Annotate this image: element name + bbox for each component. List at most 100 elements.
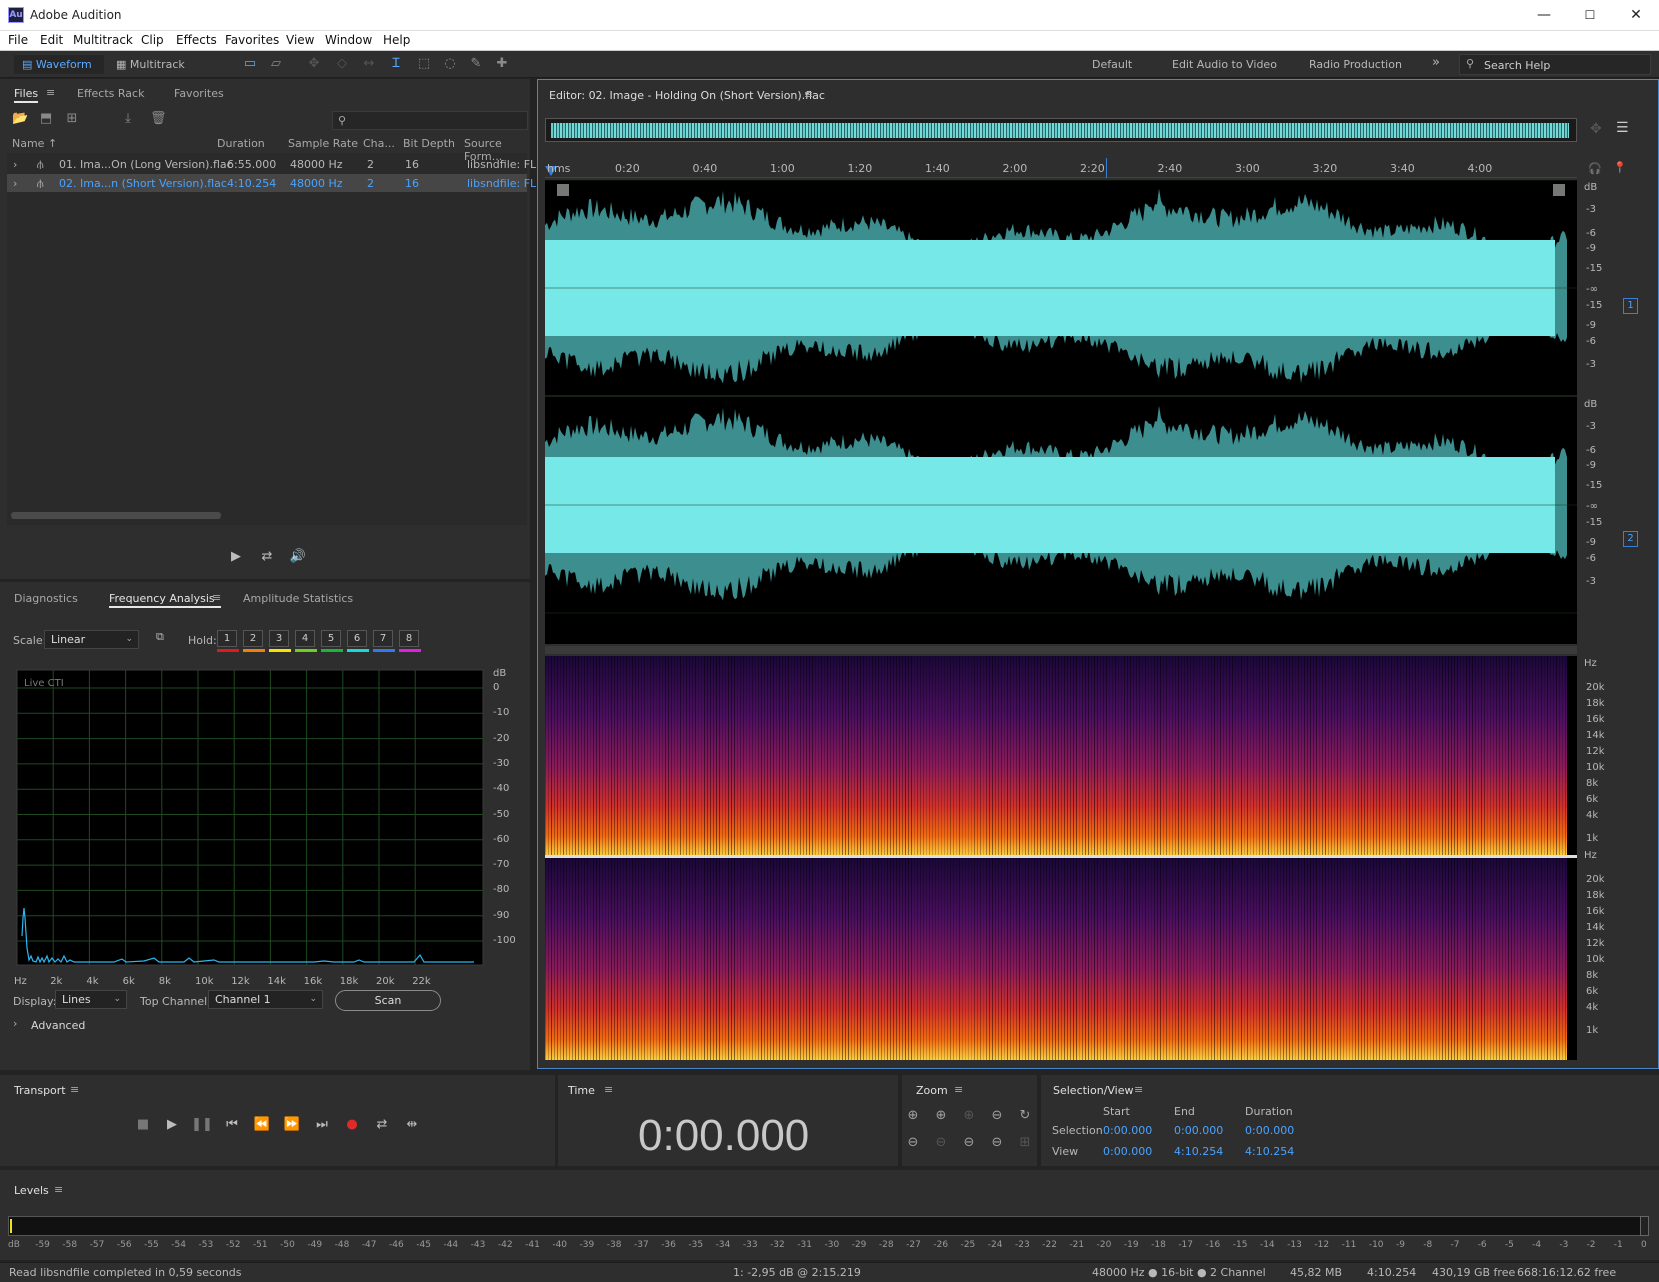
zoom-in-selection-icon[interactable]: ⊕	[958, 1105, 980, 1127]
spectral-display[interactable]	[545, 656, 1577, 1060]
more-workspaces-icon[interactable]: »	[1432, 55, 1440, 70]
zoom-reset-icon[interactable]: ↻	[1014, 1105, 1036, 1127]
col-bit-depth[interactable]: Bit Depth	[403, 137, 455, 150]
hold-button-3[interactable]: 3	[269, 630, 289, 647]
zoom-out-time-icon[interactable]: ⊖	[930, 1132, 952, 1154]
time-menu-icon[interactable]: ≡	[604, 1083, 613, 1096]
delete-file-icon[interactable]: 🗑	[150, 111, 167, 127]
scale-select[interactable]: Linear ⌄	[44, 630, 139, 649]
time-selection-tool-icon[interactable]: Ɪ	[388, 56, 404, 72]
menu-window[interactable]: Window	[325, 33, 372, 47]
workspace-edit-audio-to-video[interactable]: Edit Audio to Video	[1172, 58, 1277, 71]
tab-favorites[interactable]: Favorites	[174, 87, 224, 100]
slip-tool-icon[interactable]: ↔	[361, 56, 377, 72]
col-sample-rate[interactable]: Sample Rate	[288, 137, 358, 150]
workspace-radio-production[interactable]: Radio Production	[1309, 58, 1402, 71]
top-channel-select[interactable]: Channel 1 ⌄	[208, 990, 323, 1009]
menu-favorites[interactable]: Favorites	[225, 33, 279, 47]
rewind-icon[interactable]: ⏪	[251, 1114, 273, 1136]
fade-out-handle-icon[interactable]	[1553, 184, 1565, 196]
time-ruler[interactable]: hms 0:20 0:40 1:00 1:20 1:40 2:00 2:20 2:40 3:00 3…	[545, 158, 1577, 178]
headphones-icon[interactable]: 🎧	[1588, 162, 1602, 175]
zoom-in-amplitude-icon[interactable]: ⊕	[902, 1105, 924, 1127]
skip-selection-icon[interactable]: ⇹	[401, 1114, 423, 1136]
zoom-out-amplitude-icon[interactable]: ⊖	[902, 1132, 924, 1154]
zoom-to-out-point-icon[interactable]: ⊖	[986, 1132, 1008, 1154]
capture-icon[interactable]: ⧉	[156, 630, 164, 644]
table-row[interactable]: › ⫛ 01. Ima...On (Long Version).flac 6:5…	[7, 155, 536, 173]
display-select[interactable]: Lines ⌄	[55, 990, 127, 1009]
frequency-graph[interactable]: Live CTI	[14, 668, 484, 968]
selection-end[interactable]: 0:00.000	[1174, 1124, 1223, 1137]
files-scrollbar[interactable]	[11, 512, 221, 519]
panel-options-icon[interactable]: ☰	[1616, 120, 1629, 136]
close-button[interactable]: ✕	[1613, 0, 1659, 30]
zoom-to-in-point-icon[interactable]: ⊖	[958, 1132, 980, 1154]
marquee-tool-icon[interactable]: ⬚	[416, 56, 432, 72]
menu-file[interactable]: File	[8, 33, 28, 47]
col-name[interactable]: Name ↑	[12, 137, 57, 150]
advanced-toggle[interactable]: Advanced	[31, 1019, 85, 1032]
zoom-menu-icon[interactable]: ≡	[954, 1083, 963, 1096]
clip-indicator[interactable]	[1640, 1216, 1649, 1236]
view-duration[interactable]: 4:10.254	[1245, 1145, 1294, 1158]
spectral-pitch-icon[interactable]: ▱	[268, 56, 284, 72]
hold-button-6[interactable]: 6	[347, 630, 367, 647]
open-file-icon[interactable]: 📂	[12, 111, 28, 127]
zoom-out-full-icon[interactable]: ⊖	[986, 1105, 1008, 1127]
fast-forward-icon[interactable]: ⏩	[281, 1114, 303, 1136]
play-icon[interactable]: ▶	[161, 1114, 183, 1136]
minimize-button[interactable]: —	[1521, 0, 1567, 30]
overview-navigator[interactable]	[545, 118, 1577, 142]
insert-into-multitrack-icon[interactable]: ⤓	[120, 111, 136, 127]
level-meter[interactable]	[8, 1216, 1648, 1236]
record-icon[interactable]: ●	[341, 1114, 363, 1136]
move-tool-icon[interactable]: ✥	[306, 56, 322, 72]
menu-help[interactable]: Help	[383, 33, 410, 47]
menu-multitrack[interactable]: Multitrack	[73, 33, 133, 47]
play-file-icon[interactable]: ▶	[225, 546, 247, 568]
move-to-next-icon[interactable]: ⏭	[311, 1114, 333, 1136]
tab-effects-rack[interactable]: Effects Rack	[77, 87, 144, 100]
expand-advanced-icon[interactable]: ›	[13, 1017, 17, 1030]
levels-menu-icon[interactable]: ≡	[54, 1183, 63, 1196]
view-start[interactable]: 0:00.000	[1103, 1145, 1152, 1158]
brush-tool-icon[interactable]: ✎	[468, 56, 484, 72]
fade-in-handle-icon[interactable]	[557, 184, 569, 196]
tab-diagnostics[interactable]: Diagnostics	[14, 592, 78, 605]
expand-icon[interactable]: ›	[13, 158, 17, 171]
import-file-icon[interactable]: ⬒	[38, 111, 54, 127]
col-channels[interactable]: Cha...	[363, 137, 395, 150]
search-help-input[interactable]: ⚲ Search Help	[1459, 54, 1651, 75]
loop-playback-icon[interactable]: ⇄	[371, 1114, 393, 1136]
workspace-default[interactable]: Default	[1092, 58, 1132, 71]
tab-amplitude-statistics[interactable]: Amplitude Statistics	[243, 592, 353, 605]
menu-clip[interactable]: Clip	[141, 33, 164, 47]
hold-button-8[interactable]: 8	[399, 630, 419, 647]
multitrack-view-button[interactable]: ▦ Multitrack	[108, 55, 198, 74]
lasso-tool-icon[interactable]: ◌	[442, 56, 458, 72]
waveform-display[interactable]	[545, 179, 1577, 644]
scan-button[interactable]: Scan	[335, 990, 441, 1011]
channel-1-toggle[interactable]: 1	[1623, 298, 1638, 314]
hold-button-2[interactable]: 2	[243, 630, 263, 647]
editor-menu-icon[interactable]: ≡	[804, 88, 813, 101]
view-end[interactable]: 4:10.254	[1174, 1145, 1223, 1158]
move-to-previous-icon[interactable]: ⏮	[221, 1114, 243, 1136]
loop-file-icon[interactable]: ⇄	[256, 546, 278, 568]
frequency-analysis-menu-icon[interactable]: ≡	[212, 591, 221, 604]
channel-2-toggle[interactable]: 2	[1623, 531, 1638, 547]
selection-view-menu-icon[interactable]: ≡	[1134, 1083, 1143, 1096]
expand-icon[interactable]: ›	[13, 177, 17, 190]
hold-button-4[interactable]: 4	[295, 630, 315, 647]
waveform-view-button[interactable]: ▤ Waveform	[14, 55, 104, 74]
hold-button-1[interactable]: 1	[217, 630, 237, 647]
pin-icon[interactable]: 📍	[1613, 161, 1627, 174]
files-menu-icon[interactable]: ≡	[46, 86, 55, 99]
selection-duration[interactable]: 0:00.000	[1245, 1124, 1294, 1137]
autoplay-icon[interactable]: 🔊	[287, 546, 309, 568]
selection-start[interactable]: 0:00.000	[1103, 1124, 1152, 1137]
view-divider[interactable]	[545, 646, 1577, 654]
zoom-fit-icon[interactable]: ⊞	[1014, 1132, 1036, 1154]
menu-edit[interactable]: Edit	[40, 33, 63, 47]
